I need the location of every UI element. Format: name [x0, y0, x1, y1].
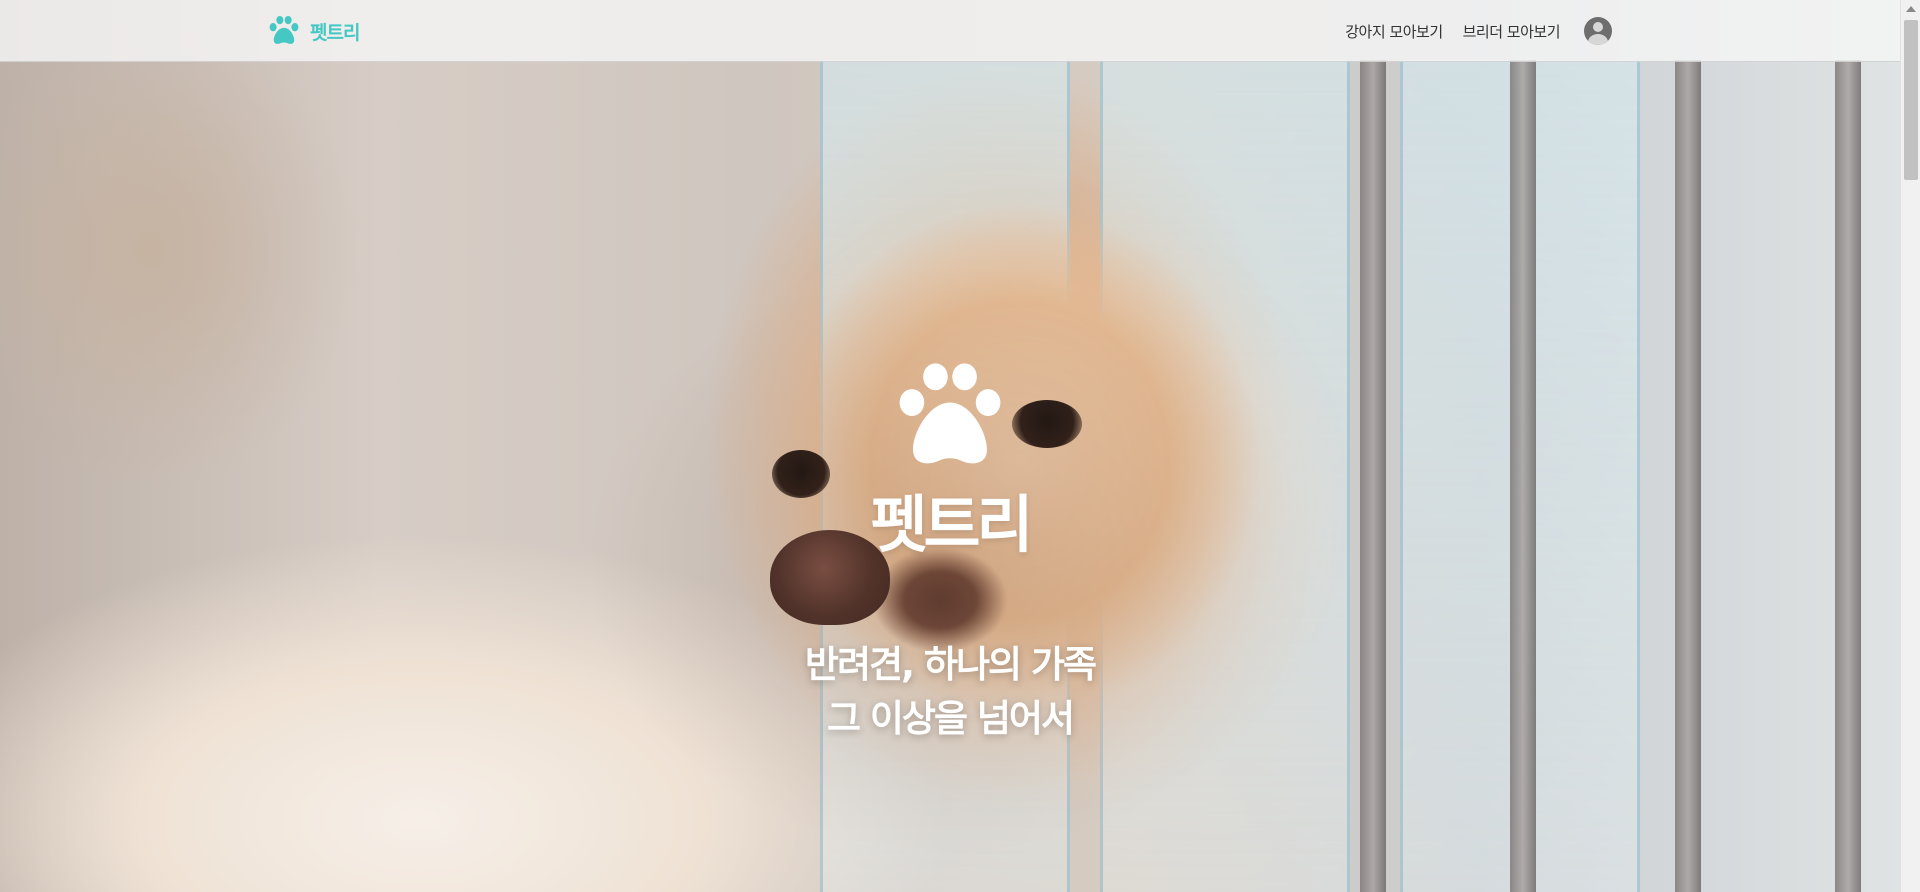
top-navbar: 펫트리 강아지 모아보기 브리더 모아보기 — [0, 0, 1900, 62]
paw-icon — [269, 15, 299, 44]
tagline-line-1: 반려견, 하나의 가족 — [804, 643, 1097, 686]
hero-logo-text: 펫트리 — [870, 488, 1033, 561]
vertical-scrollbar[interactable] — [1900, 0, 1920, 892]
scroll-up-arrow-icon[interactable] — [1906, 6, 1916, 12]
tagline-line-2: 그 이상을 넘어서 — [826, 697, 1075, 740]
main-nav: 강아지 모아보기 브리더 모아보기 — [1345, 14, 1612, 48]
user-avatar-icon[interactable] — [1584, 17, 1612, 45]
scrollbar-thumb[interactable] — [1904, 20, 1918, 180]
hero-tagline: 반려견, 하나의 가족 그 이상을 넘어서 — [760, 638, 1140, 746]
nav-link-puppies[interactable]: 강아지 모아보기 — [1345, 21, 1443, 42]
paw-icon — [899, 363, 1001, 464]
brand-name: 펫트리 — [310, 21, 360, 44]
brand-logo-link[interactable]: 펫트리 — [268, 14, 360, 48]
hero-content: 펫트리 반려견, 하나의 가족 그 이상을 넘어서 — [760, 360, 1140, 746]
nav-link-breeders[interactable]: 브리더 모아보기 — [1463, 21, 1561, 42]
